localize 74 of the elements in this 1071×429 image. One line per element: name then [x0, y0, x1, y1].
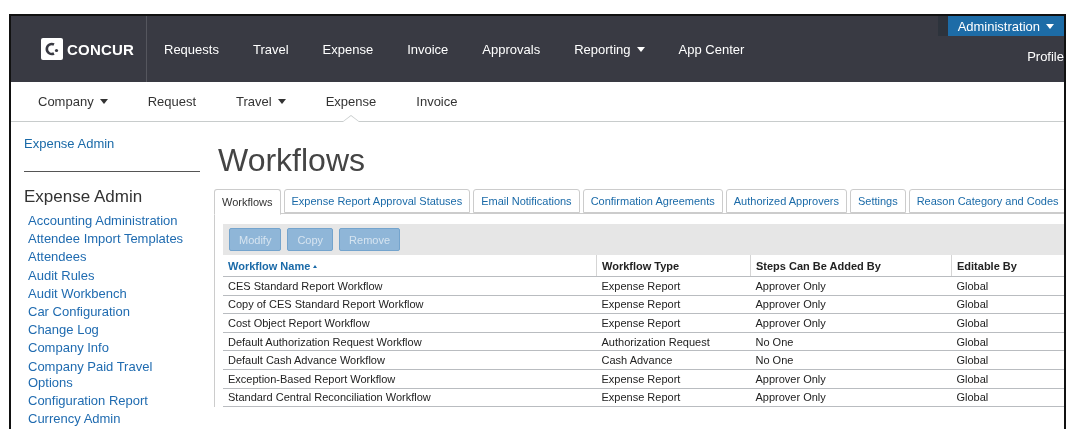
nav-tab[interactable]: Company: [23, 82, 123, 121]
nav-item[interactable]: Travel: [235, 41, 306, 57]
page-title: Workflows: [218, 142, 366, 178]
table-cell: Expense Report: [596, 295, 751, 314]
table-cell: Exception-Based Report Workflow: [223, 369, 597, 389]
sidebar-item[interactable]: Audit Workbench: [28, 285, 188, 302]
column-header[interactable]: Workflow Type: [596, 255, 751, 277]
nav-item[interactable]: Reporting: [557, 41, 662, 57]
table-cell: Approver Only: [750, 276, 952, 296]
sidebar-link[interactable]: Expense Admin: [24, 136, 115, 151]
table-cell: Expense Report: [596, 369, 751, 389]
nav-tab[interactable]: Request: [132, 82, 212, 121]
table-cell: Authorization Request: [596, 332, 751, 351]
nav-item[interactable]: Requests: [147, 41, 236, 57]
table-cell: Global: [951, 295, 1064, 314]
sidebar-item[interactable]: Company Paid Travel Options: [28, 358, 188, 391]
table-cell: Expense Report: [596, 313, 751, 333]
profile-link[interactable]: Profile: [1027, 49, 1064, 64]
table-cell: Standard Central Reconciliation Workflow: [223, 388, 597, 407]
admin-menu-button[interactable]: Administration: [937, 16, 1064, 36]
sidebar-item[interactable]: Car Configuration: [28, 303, 188, 320]
caret-icon: [636, 46, 645, 52]
table-cell: Default Authorization Request Workflow: [223, 332, 597, 351]
tab[interactable]: Expense Report Approval Statuses: [283, 189, 471, 213]
table-cell: Global: [951, 369, 1064, 389]
table-cell: Global: [951, 313, 1064, 333]
table-cell: Approver Only: [750, 313, 952, 333]
table-cell: Approver Only: [750, 295, 952, 314]
tab[interactable]: Email Notifications: [473, 189, 580, 213]
sidebar-item[interactable]: Currency Admin: [28, 410, 188, 427]
table-cell: Global: [951, 332, 1064, 351]
table-cell: No One: [750, 332, 952, 351]
sidebar-heading: Expense Admin: [24, 187, 144, 207]
table-cell: Approver Only: [750, 388, 952, 407]
table-cell: Cost Object Report Workflow: [223, 313, 597, 333]
tab[interactable]: Authorized Approvers: [725, 189, 847, 213]
sidebar-item[interactable]: Change Log: [28, 322, 188, 339]
table-cell: Cash Advance: [596, 350, 751, 370]
tab[interactable]: Settings: [849, 189, 906, 213]
caret-icon: [99, 99, 108, 104]
sidebar-item[interactable]: Configuration Report: [28, 392, 188, 409]
tab[interactable]: Workflows: [214, 189, 281, 215]
nav-item[interactable]: Invoice: [390, 41, 466, 57]
sidebar-item[interactable]: Accounting Administration: [28, 213, 188, 229]
logo[interactable]: CONCUR: [11, 16, 147, 82]
nav-item[interactable]: App Center: [661, 41, 762, 57]
sidebar-item[interactable]: Attendee Import Templates: [28, 231, 188, 248]
tab[interactable]: Reason Category and Codes: [908, 189, 1064, 213]
table-cell: No One: [750, 350, 952, 370]
sidebar-item[interactable]: Company Info: [28, 340, 188, 357]
caret-icon: [277, 99, 286, 104]
logo-icon: [41, 38, 63, 60]
caret-icon: [1046, 23, 1054, 29]
nav-item[interactable]: Expense: [305, 41, 391, 57]
nav-tab[interactable]: Invoice: [401, 82, 473, 121]
table-cell: Global: [951, 388, 1064, 407]
nav-tab[interactable]: Travel: [221, 82, 301, 121]
table-cell: Approver Only: [750, 369, 952, 389]
tab[interactable]: Confirmation Agreements: [582, 189, 723, 213]
table-cell: CES Standard Report Workflow: [223, 276, 597, 296]
table-cell: Global: [951, 276, 1064, 296]
sidebar-item[interactable]: Audit Rules: [28, 267, 188, 284]
table-cell: Global: [951, 350, 1064, 370]
column-header[interactable]: Steps Can Be Added By: [750, 255, 952, 277]
nav-item[interactable]: Approvals: [465, 41, 558, 57]
column-header[interactable]: Workflow Name: [223, 255, 597, 277]
sidebar-item[interactable]: Attendees: [28, 249, 188, 266]
table-cell: Expense Report: [596, 388, 751, 407]
sort-ascending-icon: [313, 265, 318, 269]
table-cell: Copy of CES Standard Report Workflow: [223, 295, 597, 314]
table-cell: Expense Report: [596, 276, 751, 296]
nav-tab[interactable]: Expense: [310, 82, 392, 121]
column-header[interactable]: Editable By: [951, 255, 1064, 277]
table-cell: Default Cash Advance Workflow: [223, 350, 597, 370]
